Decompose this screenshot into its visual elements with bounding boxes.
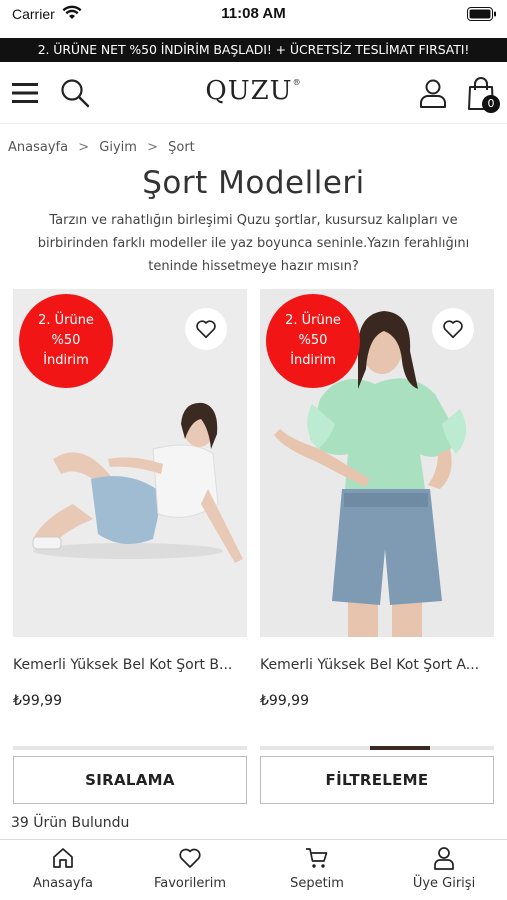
status-bar: Carrier 11:08 AM xyxy=(0,0,507,38)
product-name[interactable]: Kemerli Yüksek Bel Kot Şort A... xyxy=(260,657,494,673)
home-icon xyxy=(53,848,73,868)
breadcrumb-separator: > xyxy=(147,140,158,155)
cart-icon xyxy=(306,848,328,868)
tab-cart[interactable]: Sepetim xyxy=(254,840,380,900)
product-name[interactable]: Kemerli Yüksek Bel Kot Şort B... xyxy=(13,657,247,673)
product-image[interactable]: 2. Ürüne %50 İndirim xyxy=(260,289,494,637)
breadcrumb-home[interactable]: Anasayfa xyxy=(8,140,68,155)
status-time: 11:08 AM xyxy=(221,5,286,22)
tab-label: Üye Girişi xyxy=(412,876,476,891)
breadcrumb-shorts[interactable]: Şort xyxy=(168,140,195,155)
badge-line: İndirim xyxy=(290,353,336,368)
result-count: 39 Ürün Bulundu xyxy=(11,815,130,831)
tab-member-login[interactable]: Üye Girişi xyxy=(381,840,507,900)
page-title: Şort Modelleri xyxy=(142,165,365,201)
filter-button[interactable]: FİLTRELEME xyxy=(260,756,494,804)
discount-badge: 2. Ürüne %50 İndirim xyxy=(19,294,113,388)
account-icon[interactable] xyxy=(418,78,448,108)
favorite-button[interactable] xyxy=(432,308,474,350)
product-price: ₺99,99 xyxy=(260,693,309,709)
category-description: Tarzın ve rahatlığın birleşimi Quzu şort… xyxy=(37,213,470,274)
next-product-peek xyxy=(260,746,494,750)
badge-line: %50 xyxy=(298,333,328,348)
bottom-tab-bar: Anasayfa Favorilerim Sepetim Üye Girişi xyxy=(0,839,507,900)
badge-line: İndirim xyxy=(43,353,89,368)
badge-line: 2. Ürüne xyxy=(38,313,94,328)
heart-icon xyxy=(196,320,216,339)
tab-home[interactable]: Anasayfa xyxy=(0,840,126,900)
user-icon xyxy=(434,847,454,870)
badge-line: 2. Ürüne xyxy=(285,313,341,328)
breadcrumb-separator: > xyxy=(78,140,90,155)
heart-icon xyxy=(179,848,201,868)
product-card[interactable]: 2. Ürüne %50 İndirim Kemerli Yüksek Bel … xyxy=(260,289,494,709)
tab-label: Anasayfa xyxy=(32,876,94,891)
heart-icon xyxy=(443,320,463,339)
breadcrumb-clothing[interactable]: Giyim xyxy=(99,140,137,155)
sort-button[interactable]: SIRALAMA xyxy=(13,756,247,804)
product-price: ₺99,99 xyxy=(13,693,62,709)
app-header: QUZU® 0 xyxy=(0,62,507,124)
product-image[interactable]: 2. Ürüne %50 İndirim xyxy=(13,289,247,637)
tab-label: Favorilerim xyxy=(153,876,227,891)
cart-count-badge: 0 xyxy=(482,95,500,113)
logo-trademark: ® xyxy=(292,78,302,87)
favorite-button[interactable] xyxy=(185,308,227,350)
promo-banner[interactable]: 2. ÜRÜNE NET %50 İNDİRİM BAŞLADI! + ÜCRE… xyxy=(0,38,507,62)
product-card[interactable]: 2. Ürüne %50 İndirim Kemerli Yüksek Bel … xyxy=(13,289,247,709)
logo-text: QUZU xyxy=(205,76,293,106)
tab-favorites[interactable]: Favorilerim xyxy=(127,840,253,900)
battery-icon xyxy=(467,7,496,21)
next-product-peek xyxy=(13,746,247,750)
breadcrumb: Anasayfa > Giyim > Şort xyxy=(8,140,201,155)
badge-line: %50 xyxy=(51,333,81,348)
tab-label: Sepetim xyxy=(290,876,344,891)
discount-badge: 2. Ürüne %50 İndirim xyxy=(266,294,360,388)
